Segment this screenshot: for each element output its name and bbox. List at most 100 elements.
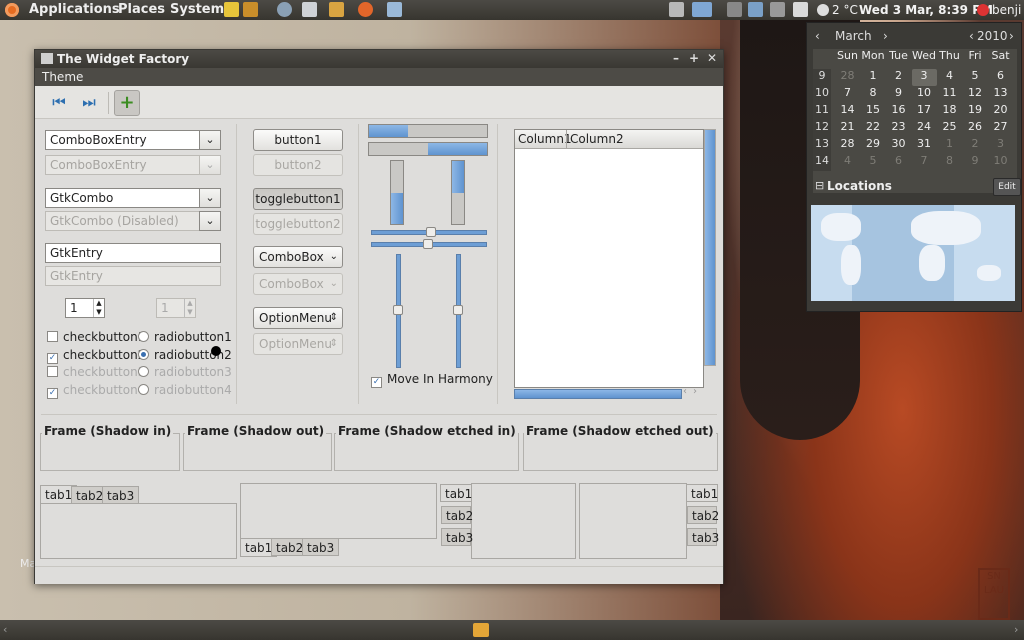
locations-label[interactable]: Locations: [827, 179, 892, 193]
calendar-day[interactable]: 3: [988, 137, 1013, 154]
calendar-day[interactable]: 28: [835, 137, 860, 154]
mail-icon[interactable]: [302, 2, 317, 17]
notes-icon[interactable]: [224, 2, 239, 17]
folder-icon[interactable]: [329, 2, 344, 17]
checkbox-checked-icon[interactable]: ✓: [371, 377, 382, 388]
trash-icon[interactable]: [669, 2, 684, 17]
spin-button[interactable]: 1 ▲ ▼: [65, 298, 105, 318]
show-desktop-icon[interactable]: [473, 623, 489, 637]
calendar-day[interactable]: 21: [835, 120, 860, 137]
system-menu[interactable]: System: [170, 2, 224, 17]
calendar-day[interactable]: 10: [988, 154, 1013, 171]
button1[interactable]: button1: [253, 129, 343, 151]
calendar-day[interactable]: 19: [963, 103, 988, 120]
calendar-day[interactable]: 30: [886, 137, 911, 154]
calendar-day[interactable]: 9: [963, 154, 988, 171]
calendar-day[interactable]: 2: [886, 69, 911, 86]
calendar-day[interactable]: 7: [912, 154, 937, 171]
calendar-day[interactable]: 29: [861, 137, 886, 154]
add-icon[interactable]: +: [114, 90, 140, 116]
calendar-day[interactable]: 2: [963, 137, 988, 154]
calendar-day[interactable]: 1: [937, 137, 962, 154]
calendar-day[interactable]: 4: [937, 69, 962, 86]
calendar-day[interactable]: 31: [912, 137, 937, 154]
spin-arrows-icon[interactable]: ▲ ▼: [93, 299, 104, 317]
applications-menu[interactable]: Applications: [29, 2, 120, 17]
radio-icon[interactable]: [138, 331, 149, 342]
checkbox-checked-icon[interactable]: ✓: [47, 353, 58, 364]
notebook-bottom-tab3[interactable]: tab3: [302, 538, 340, 556]
calendar-day[interactable]: 13: [988, 86, 1013, 103]
panel-right-arrow-icon[interactable]: ›: [1014, 623, 1018, 636]
theme-menu[interactable]: Theme: [42, 70, 83, 84]
calendar-day[interactable]: 16: [886, 103, 911, 120]
calendar-day[interactable]: 18: [937, 103, 962, 120]
slider-handle[interactable]: [426, 227, 436, 237]
minimize-icon[interactable]: –: [669, 51, 683, 65]
calendar-day[interactable]: 8: [861, 86, 886, 103]
calendar-day[interactable]: 5: [963, 69, 988, 86]
togglebutton1[interactable]: togglebutton1: [253, 188, 343, 210]
gtkentry-input[interactable]: GtkEntry: [45, 243, 221, 263]
chevron-down-icon[interactable]: ⌄: [199, 188, 221, 208]
scroll-left-icon[interactable]: ‹: [683, 386, 687, 397]
notebook-right-tab1[interactable]: tab1: [686, 484, 718, 502]
calendar-day[interactable]: 6: [988, 69, 1013, 86]
calendar-day[interactable]: 12: [963, 86, 988, 103]
column2-header[interactable]: Column2: [570, 132, 624, 146]
prev-year-icon[interactable]: ‹: [969, 29, 974, 43]
volume-icon[interactable]: [770, 2, 785, 17]
next-year-icon[interactable]: ›: [1009, 29, 1014, 43]
messages-icon[interactable]: [793, 2, 808, 17]
scroll-right-icon[interactable]: ›: [693, 386, 697, 397]
signal-icon[interactable]: [748, 2, 763, 17]
calendar-day[interactable]: 11: [937, 86, 962, 103]
clock[interactable]: Wed 3 Mar, 8:39 PM: [859, 3, 993, 17]
notebook-right-tab3[interactable]: tab3: [687, 528, 719, 546]
places-menu[interactable]: Places: [118, 2, 165, 17]
checkbutton2[interactable]: ✓ checkbutton2: [47, 348, 145, 364]
calendar-day[interactable]: 25: [937, 120, 962, 137]
power-icon[interactable]: [977, 4, 989, 16]
gtkcombo-input[interactable]: GtkCombo: [45, 188, 200, 208]
combobox[interactable]: ComboBox ⌄: [253, 246, 343, 268]
vertical-scrollbar[interactable]: [704, 129, 716, 366]
comboboxentry-input[interactable]: ComboBoxEntry: [45, 130, 200, 150]
calendar-today[interactable]: 3: [911, 69, 937, 86]
window-list-icon[interactable]: [387, 2, 402, 17]
move-in-harmony-checkbox[interactable]: ✓ Move In Harmony: [371, 372, 493, 388]
checkbox-icon[interactable]: [47, 331, 58, 342]
chevron-down-icon[interactable]: ⌄: [199, 130, 221, 150]
go-first-icon[interactable]: ⏮: [47, 90, 71, 114]
workspace-switcher-icon[interactable]: [692, 2, 712, 17]
notebook-left-tab1[interactable]: tab1: [440, 484, 472, 502]
calendar-day[interactable]: 28: [835, 69, 860, 86]
calendar-day[interactable]: 20: [988, 103, 1013, 120]
calendar-day[interactable]: 26: [963, 120, 988, 137]
slider-handle[interactable]: [453, 305, 463, 315]
calendar-day[interactable]: 7: [835, 86, 860, 103]
calendar-day[interactable]: 10: [912, 86, 937, 103]
go-last-icon[interactable]: ⏭: [77, 90, 101, 114]
calendar-day[interactable]: 9: [886, 86, 911, 103]
edit-locations-button[interactable]: Edit: [993, 178, 1021, 196]
notebook-top-tab3[interactable]: tab3: [102, 486, 140, 504]
prev-month-icon[interactable]: ‹: [815, 29, 820, 43]
optionmenu[interactable]: OptionMenu ⇕: [253, 307, 343, 329]
window-titlebar[interactable]: The Widget Factory – + ✕: [35, 50, 723, 68]
calendar-day[interactable]: 8: [937, 154, 962, 171]
calendar-day[interactable]: 15: [861, 103, 886, 120]
calendar-day[interactable]: 5: [861, 154, 886, 171]
checkbutton1[interactable]: checkbutton1: [47, 330, 145, 344]
radiobutton1[interactable]: radiobutton1: [138, 330, 232, 344]
calendar-day[interactable]: 27: [988, 120, 1013, 137]
next-month-icon[interactable]: ›: [883, 29, 888, 43]
network-icon[interactable]: [277, 2, 292, 17]
horizontal-scrollbar[interactable]: [514, 389, 682, 399]
slider-handle[interactable]: [393, 305, 403, 315]
network-manager-icon[interactable]: [727, 2, 742, 17]
calendar-day[interactable]: 6: [886, 154, 911, 171]
ubuntu-logo-icon[interactable]: [5, 3, 19, 17]
calendar-day[interactable]: 17: [912, 103, 937, 120]
weather-temperature[interactable]: 2 °C: [832, 3, 858, 17]
